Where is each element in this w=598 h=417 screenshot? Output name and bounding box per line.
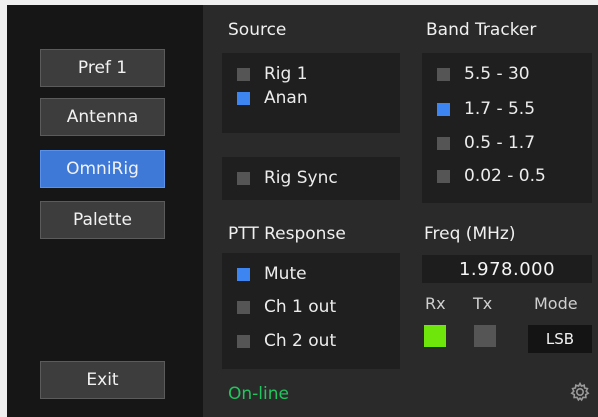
checkbox-label: Anan bbox=[264, 88, 308, 108]
band-1-7-5-5-checkbox[interactable]: 1.7 - 5.5 bbox=[437, 99, 535, 119]
exit-button[interactable]: Exit bbox=[40, 361, 165, 399]
rig-sync-box: Rig Sync bbox=[222, 157, 400, 200]
checkbox-label: 1.7 - 5.5 bbox=[464, 99, 536, 119]
checkbox-label: 0.5 - 1.7 bbox=[464, 133, 536, 153]
checkbox-label: 5.5 - 30 bbox=[464, 64, 530, 84]
checkbox-box bbox=[437, 136, 450, 150]
sidebar: Pref 1 Antenna OmniRig Palette Exit bbox=[7, 5, 203, 417]
pref-1-button[interactable]: Pref 1 bbox=[40, 49, 165, 87]
ptt-response-box: Mute Ch 1 out Ch 2 out bbox=[222, 253, 400, 369]
palette-button[interactable]: Palette bbox=[40, 201, 165, 239]
checkbox-label: Rig 1 bbox=[264, 64, 308, 84]
frequency-display: 1.978.000 bbox=[422, 255, 592, 283]
checkbox-label: Ch 2 out bbox=[264, 331, 337, 351]
ptt-response-title: PTT Response bbox=[228, 224, 346, 244]
checkbox-box bbox=[237, 300, 250, 314]
ptt-ch-1-out-checkbox[interactable]: Ch 1 out bbox=[237, 297, 336, 317]
tx-label: Tx bbox=[473, 294, 493, 313]
tx-indicator bbox=[474, 325, 496, 347]
band-tracker-box: 5.5 - 30 1.7 - 5.5 0.5 - 1.7 0.02 - 0.5 bbox=[422, 53, 592, 203]
checkbox-box bbox=[237, 67, 250, 81]
ptt-mute-checkbox[interactable]: Mute bbox=[237, 264, 307, 284]
checkbox-label: 0.02 - 0.5 bbox=[464, 166, 546, 186]
gear-icon[interactable] bbox=[568, 380, 592, 404]
freq-title: Freq (MHz) bbox=[424, 224, 516, 244]
checkbox-label: Mute bbox=[264, 264, 307, 284]
status-text: On-line bbox=[228, 384, 289, 404]
rig-sync-checkbox[interactable]: Rig Sync bbox=[237, 168, 338, 188]
checkbox-box bbox=[237, 91, 250, 105]
checkbox-box bbox=[237, 334, 250, 348]
checkbox-label: Rig Sync bbox=[264, 168, 338, 188]
band-5-5-30-checkbox[interactable]: 5.5 - 30 bbox=[437, 64, 530, 84]
source-box: Rig 1 Anan bbox=[222, 53, 400, 133]
checkbox-box bbox=[237, 267, 250, 281]
main-content: Source Rig 1 Anan Rig Sync Band Tracker bbox=[203, 5, 598, 417]
checkbox-box bbox=[437, 169, 450, 183]
antenna-button[interactable]: Antenna bbox=[40, 98, 165, 136]
source-rig-1-checkbox[interactable]: Rig 1 bbox=[237, 64, 308, 84]
rx-label: Rx bbox=[425, 294, 446, 313]
ptt-ch-2-out-checkbox[interactable]: Ch 2 out bbox=[237, 331, 336, 351]
checkbox-box bbox=[437, 67, 450, 81]
source-title: Source bbox=[228, 20, 287, 40]
app-window: Pref 1 Antenna OmniRig Palette Exit Sour… bbox=[0, 0, 598, 417]
omnirig-button[interactable]: OmniRig bbox=[40, 150, 165, 188]
mode-display: LSB bbox=[528, 325, 592, 353]
band-0-02-0-5-checkbox[interactable]: 0.02 - 0.5 bbox=[437, 166, 546, 186]
band-0-5-1-7-checkbox[interactable]: 0.5 - 1.7 bbox=[437, 133, 535, 153]
checkbox-label: Ch 1 out bbox=[264, 297, 337, 317]
band-tracker-title: Band Tracker bbox=[426, 20, 537, 40]
checkbox-box bbox=[437, 102, 450, 116]
omnirig-panel: Pref 1 Antenna OmniRig Palette Exit Sour… bbox=[7, 5, 598, 417]
rx-indicator bbox=[424, 325, 446, 347]
checkbox-box bbox=[237, 171, 250, 185]
source-anan-checkbox[interactable]: Anan bbox=[237, 88, 308, 108]
mode-label: Mode bbox=[534, 294, 578, 313]
